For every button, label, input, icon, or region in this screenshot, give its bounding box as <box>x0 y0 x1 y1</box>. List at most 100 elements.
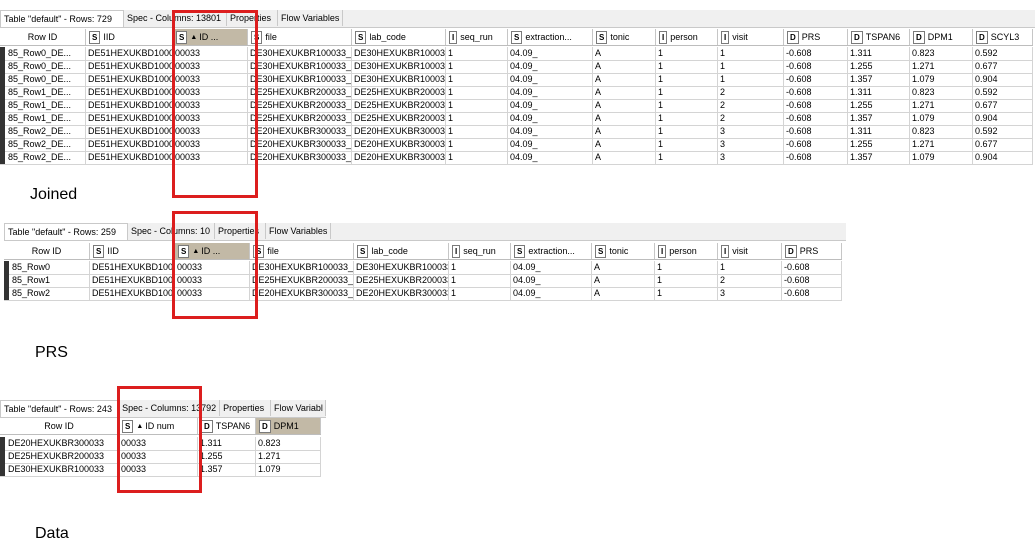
table-cell: 04.09_ <box>511 261 592 274</box>
table-cell: 1 <box>446 151 508 164</box>
table-cell: 1 <box>446 60 508 73</box>
tab-flow-variables[interactable]: Flow Variables <box>278 10 343 26</box>
tab-bar: Table "default" - Rows: 729 Spec - Column… <box>0 10 1035 28</box>
table-cell: 1 <box>446 138 508 151</box>
column-header-tonic[interactable]: Stonic <box>592 243 655 259</box>
table-cell: 2 <box>718 99 784 112</box>
column-header-extraction[interactable]: Sextraction... <box>511 243 592 259</box>
table-cell: 0.823 <box>256 437 321 450</box>
column-header-label: file <box>267 246 279 256</box>
column-header-file[interactable]: Sfile <box>250 243 354 259</box>
table-row[interactable]: 85_Row0_DE...DE51HEXUKBD10003300033DE30H… <box>0 73 1033 87</box>
table-cell: 1.311 <box>848 47 910 60</box>
table-cell: -0.608 <box>784 60 848 73</box>
table-row[interactable]: 85_Row1DE51HEXUKBD10003300033DE25HEXUKBR… <box>4 274 842 288</box>
table-row[interactable]: 85_Row0DE51HEXUKBD10003300033DE30HEXUKBR… <box>4 261 842 275</box>
column-header-seq-run[interactable]: Iseq_run <box>449 243 511 259</box>
column-header-row-id[interactable]: Row ID <box>4 243 90 259</box>
column-header-seq-run[interactable]: Iseq_run <box>446 29 508 45</box>
column-header-tspan6[interactable]: D TSPAN6 <box>198 418 256 434</box>
tab-flow-variables[interactable]: Flow Variabl <box>271 400 326 416</box>
table-cell: DE25HEXUKBR200033_1 <box>250 112 352 125</box>
tab-table[interactable]: Table "default" - Rows: 243 <box>0 400 120 417</box>
table-cell: DE25HEXUKBR200033_1 <box>252 274 354 287</box>
column-header-person[interactable]: Iperson <box>656 29 718 45</box>
table-cell: A <box>593 138 656 151</box>
table-cell: 1.079 <box>256 463 321 476</box>
table-cell: 0.904 <box>973 112 1033 125</box>
table-row[interactable]: 85_Row1_DE...DE51HEXUKBD10003300033DE25H… <box>0 99 1033 113</box>
table-cell: 1.311 <box>848 86 910 99</box>
table-cell: -0.608 <box>782 274 842 287</box>
column-header-iid[interactable]: S IID <box>90 243 175 259</box>
tab-table[interactable]: Table "default" - Rows: 729 <box>0 10 124 27</box>
table-row[interactable]: 85_Row0_DE...DE51HEXUKBD10003300033DE30H… <box>0 60 1033 74</box>
column-header-person[interactable]: Iperson <box>655 243 718 259</box>
column-header-row-id[interactable]: Row ID <box>0 418 119 434</box>
table-cell: 0.677 <box>973 60 1033 73</box>
column-header-visit[interactable]: Ivisit <box>718 29 784 45</box>
column-header-label: Row ID <box>31 246 62 256</box>
column-header-label: IID <box>103 32 115 42</box>
table-cell: A <box>593 73 656 86</box>
column-header-label: tonic <box>609 246 629 256</box>
column-header-iid[interactable]: S IID <box>86 29 173 45</box>
table-cell: 1 <box>446 47 508 60</box>
column-header-label: person <box>669 246 697 256</box>
table-cell: 1 <box>656 99 718 112</box>
table-cell: 1 <box>656 86 718 99</box>
table-cell: 1.271 <box>910 60 973 73</box>
table-cell: A <box>593 60 656 73</box>
column-header-label: seq_run <box>460 32 493 42</box>
table-cell: DE30HEXUKBR100033_1 <box>250 60 352 73</box>
column-header-tonic[interactable]: Stonic <box>593 29 656 45</box>
column-header-lab-code[interactable]: Slab_code <box>352 29 446 45</box>
table-cell: 3 <box>718 125 784 138</box>
column-header-prs[interactable]: D PRS <box>782 243 842 259</box>
row-id-cell: 85_Row1_DE... <box>0 112 86 125</box>
table-cell: 1 <box>446 73 508 86</box>
column-header-dpm1[interactable]: D DPM1 <box>910 29 973 45</box>
column-header-scyl3[interactable]: D SCYL3 <box>973 29 1033 45</box>
row-id-cell: 85_Row2 <box>4 287 90 300</box>
table-cell: DE30HEXUKBR100033 <box>354 47 446 60</box>
column-header-extraction[interactable]: Sextraction... <box>508 29 593 45</box>
tab-properties[interactable]: Properties <box>220 400 271 416</box>
table-cell: 04.09_ <box>508 99 593 112</box>
tab-bar: Table "default" - Rows: 259 Spec - Column… <box>4 223 846 241</box>
column-header-label: seq_run <box>463 246 496 256</box>
tab-table[interactable]: Table "default" - Rows: 259 <box>4 223 128 240</box>
column-header-tspan6[interactable]: D TSPAN6 <box>848 29 910 45</box>
table-cell: DE51HEXUKBD100033 <box>92 261 175 274</box>
table-row[interactable]: 85_Row2_DE...DE51HEXUKBD10003300033DE20H… <box>0 151 1033 165</box>
column-header-dpm1[interactable]: D DPM1 <box>256 418 321 434</box>
column-header-prs[interactable]: D PRS <box>784 29 848 45</box>
column-header-visit[interactable]: Ivisit <box>718 243 782 259</box>
table-row[interactable]: 85_Row2_DE...DE51HEXUKBD10003300033DE20H… <box>0 138 1033 152</box>
column-type-badge: S <box>355 30 367 44</box>
column-header-label: lab_code <box>371 246 408 256</box>
prs-table-panel: Table "default" - Rows: 259 Spec - Column… <box>4 223 846 301</box>
column-header-row-id[interactable]: Row ID <box>0 29 86 45</box>
table-cell: -0.608 <box>784 86 848 99</box>
column-type-badge: I <box>449 30 458 44</box>
table-row[interactable]: 85_Row2DE51HEXUKBD10003300033DE20HEXUKBR… <box>4 287 842 301</box>
table-cell: 1 <box>449 261 511 274</box>
table-cell: 2 <box>718 112 784 125</box>
column-header-file[interactable]: Sfile <box>248 29 352 45</box>
table-row[interactable]: 85_Row2_DE...DE51HEXUKBD10003300033DE20H… <box>0 125 1033 139</box>
column-header-lab-code[interactable]: Slab_code <box>354 243 449 259</box>
column-header-label: visit <box>732 32 748 42</box>
table-row[interactable]: 85_Row1_DE...DE51HEXUKBD10003300033DE25H… <box>0 86 1033 100</box>
table-row[interactable]: 85_Row1_DE...DE51HEXUKBD10003300033DE25H… <box>0 112 1033 126</box>
table-cell: 1.079 <box>910 151 973 164</box>
table-cell: 1.357 <box>848 112 910 125</box>
table-cell: 0.677 <box>973 99 1033 112</box>
table-cell: DE25HEXUKBR200033_1 <box>250 86 352 99</box>
table-cell: 0.677 <box>973 138 1033 151</box>
tab-flow-variables[interactable]: Flow Variables <box>266 223 331 239</box>
column-header-label: IID <box>107 246 119 256</box>
column-type-badge: I <box>721 30 730 44</box>
table-row[interactable]: 85_Row0_DE...DE51HEXUKBD10003300033DE30H… <box>0 47 1033 61</box>
table-cell: DE51HEXUKBD100033 <box>86 151 173 164</box>
